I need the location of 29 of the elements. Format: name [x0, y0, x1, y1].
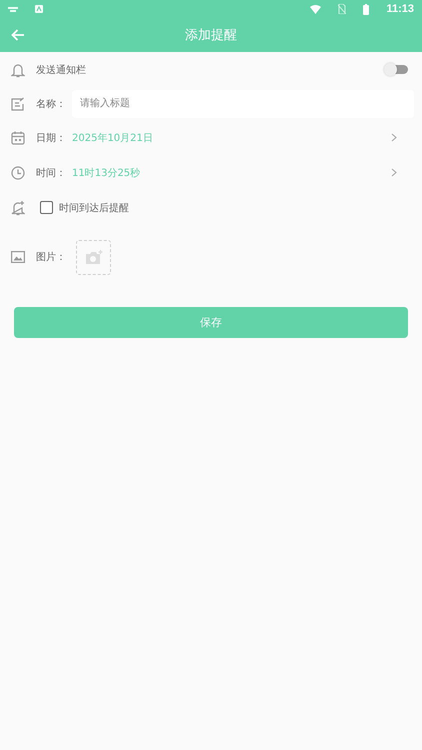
image-icon [11, 251, 25, 263]
date-value[interactable]: 2025年10月21日 [72, 130, 153, 144]
image-label: 图片： [36, 250, 66, 264]
bell-icon [11, 62, 25, 78]
camera-plus-icon [84, 250, 102, 264]
no-sim-icon [338, 4, 346, 14]
bell-plus-icon [11, 200, 25, 216]
notification-icon [8, 5, 18, 13]
remind-label: 时间到达后提醒 [59, 202, 129, 214]
page-title: 添加提醒 [185, 27, 237, 44]
app-icon [35, 5, 43, 13]
clock-icon [11, 166, 25, 180]
time-label: 时间： [36, 166, 66, 180]
edit-note-icon [11, 96, 25, 110]
notify-label: 发送通知栏 [36, 64, 86, 76]
save-button[interactable]: 保存 [14, 307, 408, 338]
battery-icon [363, 4, 370, 14]
clock-time: 11:13 [386, 3, 414, 15]
wifi-icon [310, 4, 322, 14]
back-arrow-icon[interactable] [11, 29, 25, 41]
remind-checkbox[interactable] [40, 201, 53, 214]
title-input[interactable]: 请输入标题 [72, 90, 414, 118]
date-label: 日期： [36, 132, 66, 144]
calendar-icon [11, 130, 25, 144]
notify-toggle[interactable] [386, 65, 408, 74]
time-value[interactable]: 11时13分25秒 [72, 166, 140, 180]
name-label: 名称： [36, 98, 66, 110]
chevron-right-icon [391, 168, 397, 177]
chevron-right-icon [391, 133, 397, 142]
